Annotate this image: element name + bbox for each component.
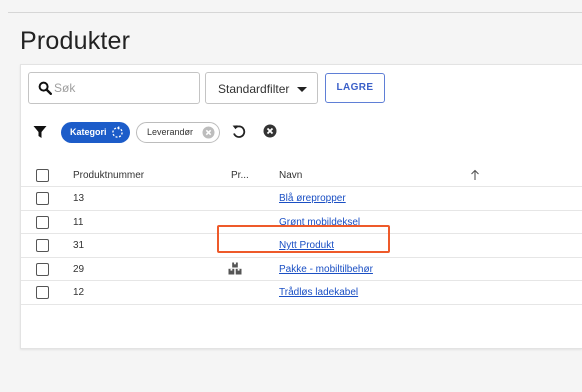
chip-leverandor[interactable]: Leverandør (136, 122, 220, 143)
table-row[interactable]: 13 Blå ørepropper (21, 187, 582, 211)
product-number: 31 (73, 240, 85, 251)
table-row[interactable]: 31 Nytt Produkt (21, 234, 582, 258)
clear-filters-icon[interactable] (263, 124, 277, 138)
table-row[interactable]: 29 Pakke - mobiltilbehør (21, 258, 582, 281)
row-checkbox[interactable] (36, 262, 49, 276)
package-icon (228, 262, 242, 274)
loading-icon (112, 126, 123, 138)
product-name-link[interactable]: Grønt mobildeksel (279, 217, 360, 228)
table-row[interactable]: 11 Grønt mobildeksel (21, 211, 582, 234)
product-name-link[interactable]: Pakke - mobiltilbehør (279, 264, 373, 275)
product-name-link[interactable]: Trådløs ladekabel (279, 287, 358, 298)
column-header-number[interactable]: Produktnummer (73, 170, 144, 181)
search-input[interactable]: Søk (28, 72, 200, 104)
table-header-row: Produktnummer Pr... Navn (21, 164, 582, 187)
select-all-checkbox[interactable] (36, 169, 49, 182)
products-table: Produktnummer Pr... Navn 13 Blå ørepropp… (21, 164, 582, 305)
row-checkbox[interactable] (36, 239, 49, 252)
row-checkbox[interactable] (36, 192, 49, 205)
search-placeholder: Søk (54, 81, 76, 95)
product-number: 11 (73, 216, 84, 228)
standard-filter-label: Standardfilter (218, 82, 290, 96)
row-checkbox[interactable] (36, 286, 49, 299)
top-divider (8, 12, 582, 13)
column-header-pr[interactable]: Pr... (231, 170, 249, 181)
product-number: 12 (73, 287, 85, 298)
table-row[interactable]: 12 Trådløs ladekabel (21, 281, 582, 305)
remove-chip-icon[interactable] (202, 126, 215, 139)
caret-down-icon (297, 87, 307, 92)
sort-ascending-icon[interactable] (470, 169, 480, 181)
chip-kategori-label: Kategori (70, 127, 107, 137)
product-number: 29 (73, 263, 85, 275)
chip-kategori[interactable]: Kategori (61, 122, 130, 143)
filter-icon[interactable] (33, 125, 47, 139)
products-card: Søk Standardfilter LAGRE Kategori Levera… (20, 64, 582, 349)
chip-leverandor-label: Leverandør (147, 127, 194, 137)
undo-icon[interactable] (231, 123, 247, 139)
page-title: Produkter (20, 27, 131, 55)
product-name-link[interactable]: Blå ørepropper (279, 193, 346, 204)
row-checkbox[interactable] (36, 215, 49, 229)
product-number: 13 (73, 193, 85, 204)
standard-filter-select[interactable]: Standardfilter (205, 72, 318, 104)
search-icon (38, 81, 52, 95)
column-header-name[interactable]: Navn (279, 170, 302, 181)
product-name-link[interactable]: Nytt Produkt (279, 240, 334, 251)
save-button[interactable]: LAGRE (325, 73, 385, 103)
